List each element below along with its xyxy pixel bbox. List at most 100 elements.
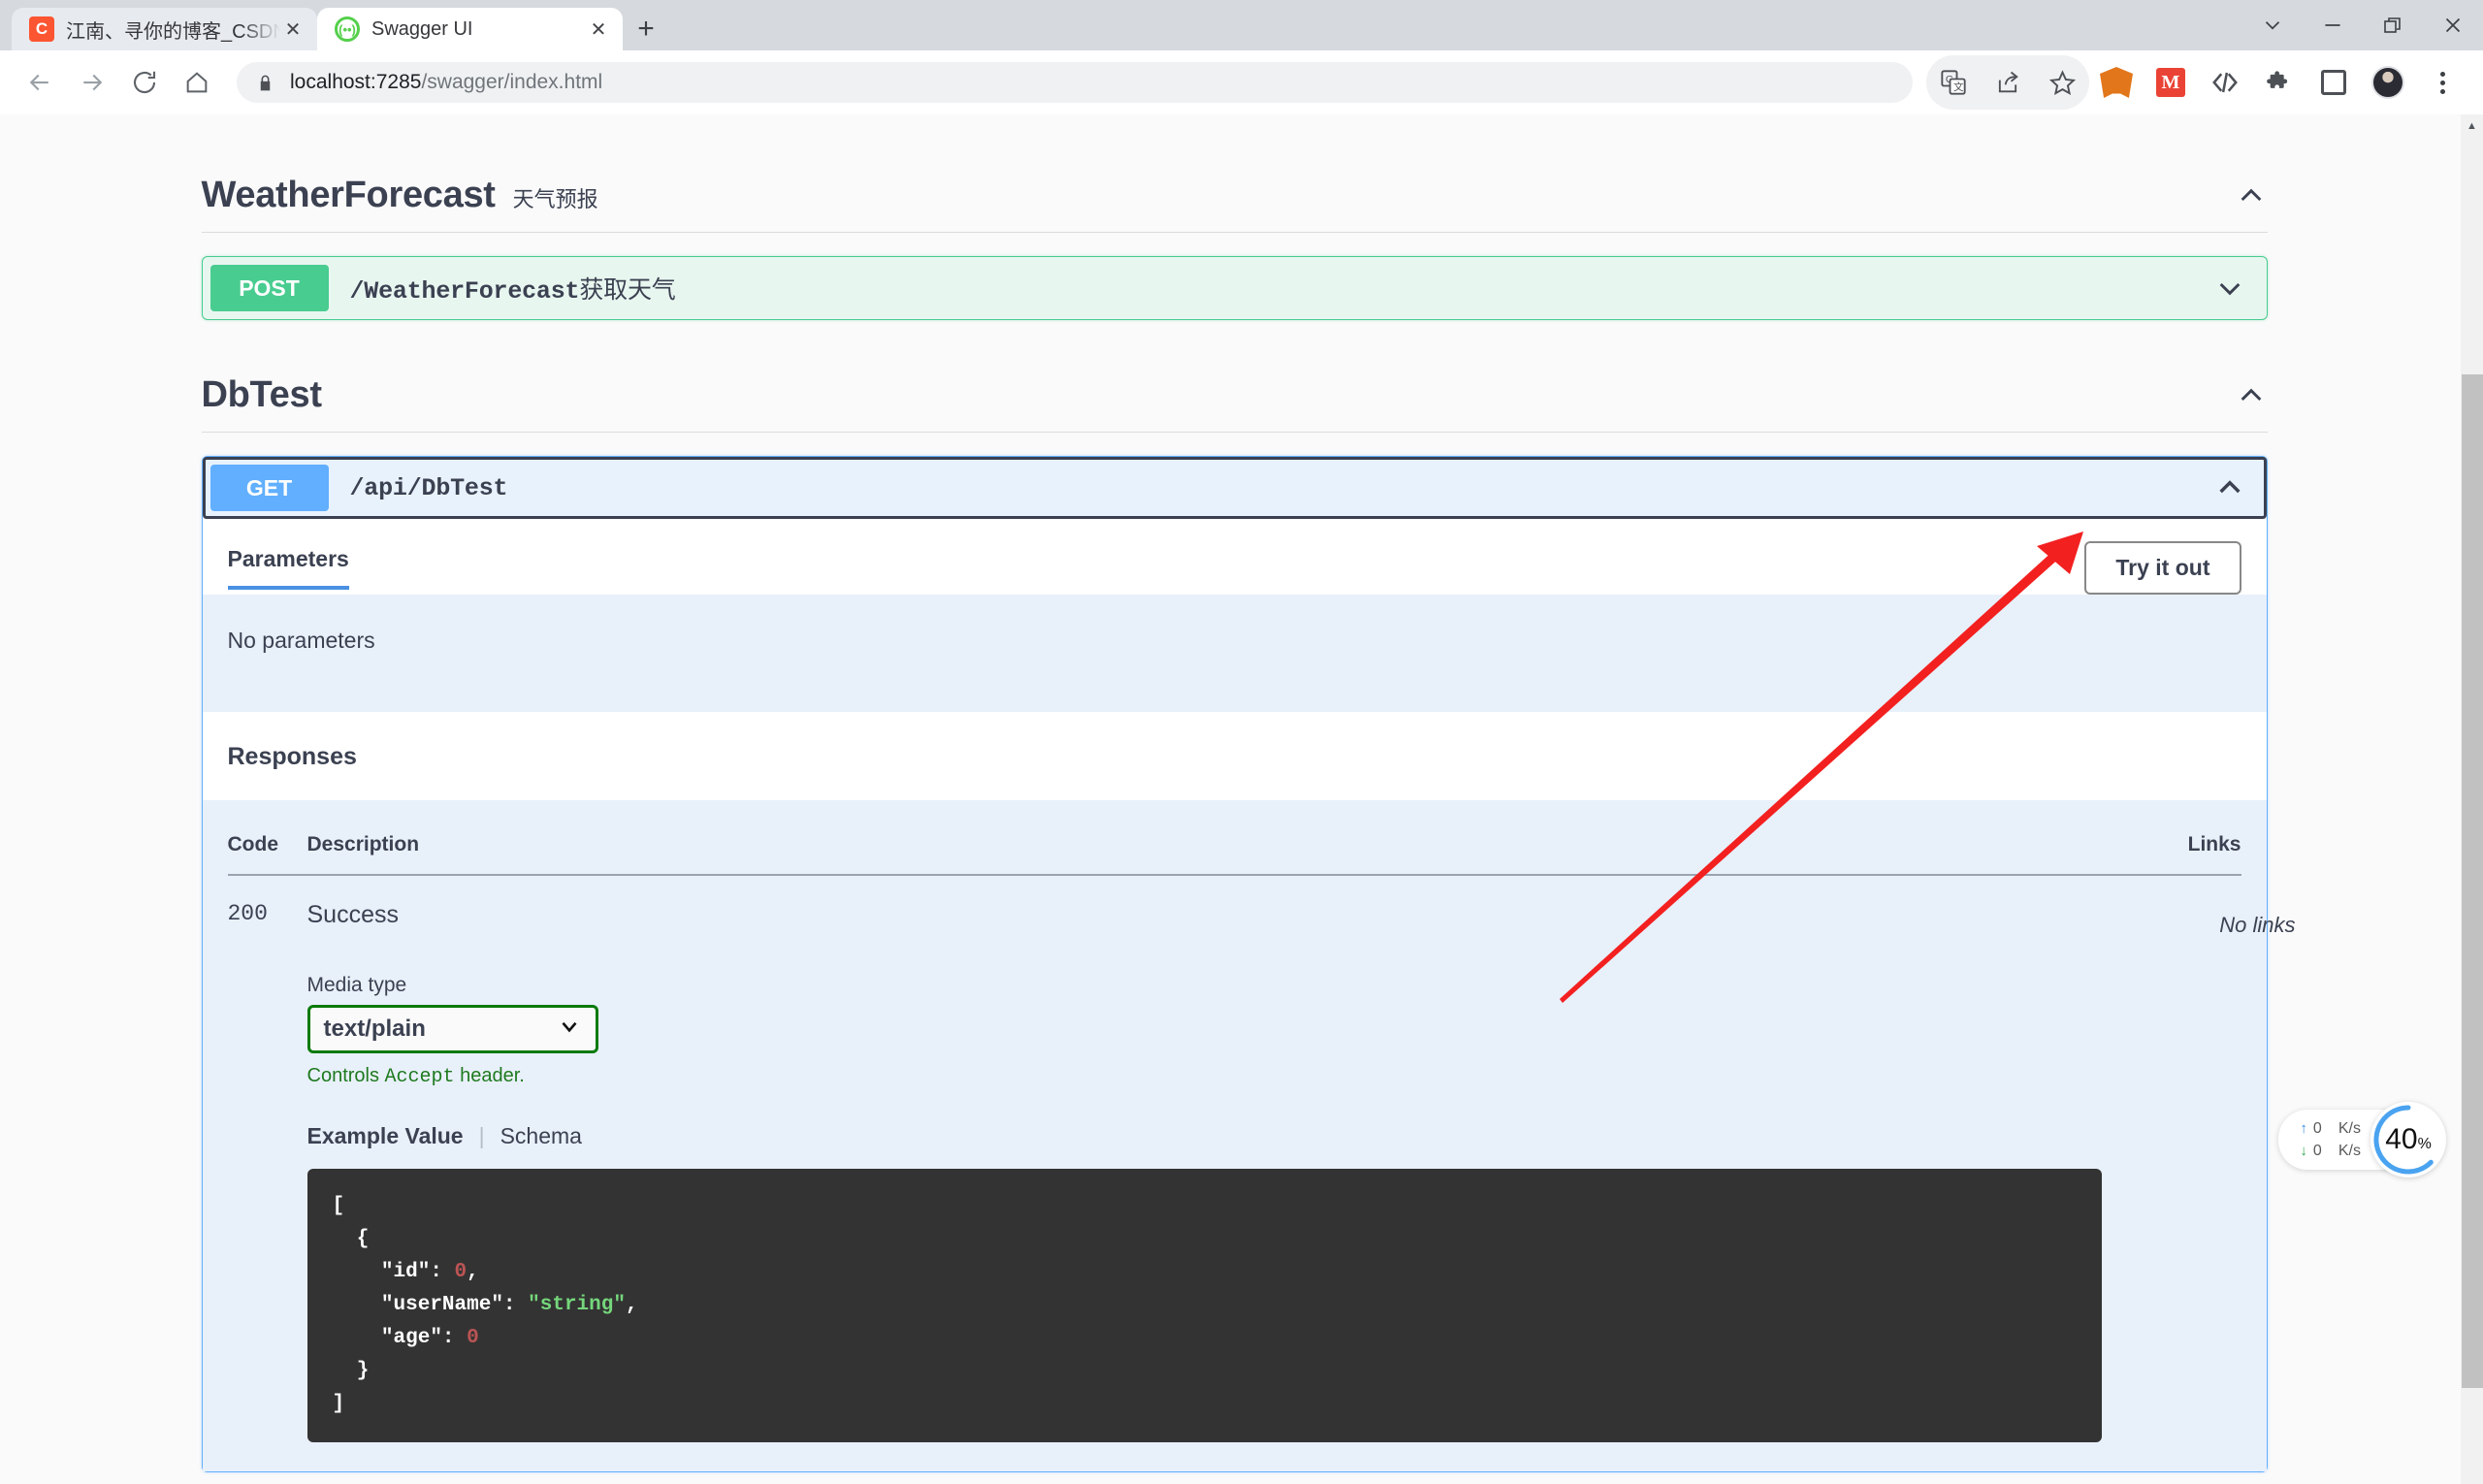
browser-window: C 江南、寻你的博客_CSDN博客-Ja ✕ (••) Swagger UI ✕…: [0, 0, 2483, 1484]
bookmark-star-icon[interactable]: [2035, 55, 2089, 110]
responses-panel: Code Description Links 200 Success Media…: [203, 800, 2267, 1471]
gmail-icon[interactable]: M: [2144, 55, 2198, 110]
tag-header-weatherforecast[interactable]: WeatherForecast 天气预报: [202, 153, 2268, 233]
download-unit: K/s: [2338, 1140, 2361, 1162]
minimize-icon[interactable]: [2303, 0, 2363, 50]
window-controls: [2242, 0, 2483, 50]
operation-body: Parameters Try it out No parameters Resp…: [203, 519, 2267, 1471]
method-badge-get: GET: [210, 465, 329, 511]
chevron-up-icon[interactable]: [2235, 179, 2268, 212]
csdn-favicon-icon: C: [29, 16, 54, 42]
upload-value: 0: [2313, 1117, 2329, 1140]
column-header-code: Code: [228, 833, 307, 856]
page-scrollbar[interactable]: ▲: [2461, 114, 2483, 1484]
swagger-page: WeatherForecast 天气预报 POST /WeatherForeca…: [0, 114, 2468, 1484]
chevron-down-icon[interactable]: [2242, 0, 2303, 50]
arrow-up-icon: ↑: [2300, 1118, 2307, 1140]
responses-title: Responses: [203, 712, 2267, 800]
gauge-value: 40%: [2385, 1123, 2432, 1156]
chevron-down-icon[interactable]: [2214, 273, 2245, 304]
share-icon[interactable]: [1981, 55, 2035, 110]
chevron-up-icon[interactable]: [2235, 379, 2268, 412]
note-suffix: header.: [455, 1065, 525, 1086]
operation-summary[interactable]: GET /api/DbTest: [203, 457, 2267, 519]
swagger-container: WeatherForecast 天气预报 POST /WeatherForeca…: [202, 114, 2268, 1484]
translate-icon[interactable]: G 文: [1926, 55, 1981, 110]
browser-tab-swagger[interactable]: (••) Swagger UI ✕: [317, 8, 623, 50]
operation-get-dbtest: GET /api/DbTest Parameters Try it out: [202, 456, 2268, 1472]
lock-icon: [256, 74, 274, 92]
media-type-note: Controls Accept header.: [307, 1065, 2102, 1088]
table-row: 200 Success Media type text/plain: [228, 876, 2241, 1471]
upload-speed-row: ↑ 0 K/s: [2300, 1117, 2361, 1140]
response-code: 200: [228, 901, 307, 1471]
toolbar-icons: G 文 M: [1926, 55, 2469, 110]
chevron-up-icon[interactable]: [2214, 472, 2245, 503]
svg-text:文: 文: [1953, 81, 1964, 93]
note-prefix: Controls: [307, 1065, 385, 1086]
scroll-up-arrow-icon[interactable]: ▲: [2461, 114, 2483, 137]
cpu-usage-gauge[interactable]: 40%: [2370, 1102, 2446, 1178]
tab-title: Swagger UI: [371, 18, 586, 41]
parameters-panel: No parameters: [203, 595, 2267, 712]
metamask-icon[interactable]: [2089, 55, 2144, 110]
browser-tab-csdn[interactable]: C 江南、寻你的博客_CSDN博客-Ja ✕: [12, 8, 317, 50]
example-schema-tabs: Example Value | Schema: [307, 1123, 2102, 1149]
address-bar[interactable]: localhost:7285/swagger/index.html: [237, 62, 1913, 103]
tab-parameters[interactable]: Parameters: [228, 546, 349, 590]
browser-titlebar: C 江南、寻你的博客_CSDN博客-Ja ✕ (••) Swagger UI ✕…: [0, 0, 2483, 50]
operation-summary[interactable]: POST /WeatherForecast获取天气: [203, 257, 2267, 319]
operation-path: /api/DbTest: [350, 474, 2214, 502]
omnibox-action-group: G 文: [1926, 55, 2089, 110]
try-it-out-button[interactable]: Try it out: [2084, 541, 2241, 595]
home-icon[interactable]: [171, 56, 223, 109]
network-speed-widget[interactable]: ↑ 0 K/s ↓ 0 K/s 40%: [2278, 1102, 2446, 1178]
method-badge-post: POST: [210, 265, 329, 311]
profile-avatar[interactable]: [2361, 55, 2415, 110]
tag-title: DbTest: [202, 374, 322, 416]
tag-header-dbtest[interactable]: DbTest: [202, 353, 2268, 433]
swagger-favicon-icon: (••): [335, 16, 360, 42]
media-type-label: Media type: [307, 974, 2102, 997]
reload-icon[interactable]: [118, 56, 171, 109]
extensions-puzzle-icon[interactable]: [2252, 55, 2306, 110]
tab-divider: |: [479, 1123, 485, 1149]
download-speed-row: ↓ 0 K/s: [2300, 1140, 2361, 1162]
new-tab-button[interactable]: +: [623, 8, 669, 50]
close-icon[interactable]: [2423, 0, 2483, 50]
code-brackets-icon[interactable]: [2198, 55, 2252, 110]
parameters-tab-row: Parameters Try it out: [203, 519, 2267, 595]
back-icon[interactable]: [14, 56, 66, 109]
close-icon[interactable]: ✕: [280, 16, 306, 42]
page-viewport: WeatherForecast 天气预报 POST /WeatherForeca…: [0, 114, 2483, 1484]
example-value-code-block[interactable]: [ { "id": 0, "userName": "string", "age"…: [307, 1169, 2102, 1442]
operation-summary-text: 获取天气: [579, 276, 675, 304]
media-type-select[interactable]: text/plain: [307, 1005, 598, 1053]
scrollbar-thumb[interactable]: [2462, 374, 2483, 1388]
download-value: 0: [2313, 1140, 2329, 1162]
tab-example-value[interactable]: Example Value: [307, 1123, 464, 1149]
tag-description: 天气预报: [513, 182, 598, 213]
url-host: localhost:7285: [290, 71, 421, 93]
gauge-unit: %: [2418, 1136, 2432, 1152]
operation-path: /WeatherForecast获取天气: [350, 271, 2214, 306]
example-json-text: [ { "id": 0, "userName": "string", "age"…: [333, 1195, 638, 1415]
tab-schema[interactable]: Schema: [500, 1123, 582, 1149]
note-code: Accept: [385, 1066, 455, 1088]
tag-title: WeatherForecast: [202, 175, 496, 216]
no-parameters-text: No parameters: [203, 595, 2267, 712]
restore-icon[interactable]: [2363, 0, 2423, 50]
address-url: localhost:7285/swagger/index.html: [290, 71, 602, 94]
forward-icon[interactable]: [66, 56, 118, 109]
upload-unit: K/s: [2338, 1117, 2361, 1140]
chevron-down-icon: [557, 1014, 582, 1046]
column-header-description: Description: [307, 833, 2125, 856]
close-icon[interactable]: ✕: [586, 16, 611, 42]
response-description-cell: Success Media type text/plain: [307, 901, 2102, 1471]
response-description: Success: [307, 901, 2102, 929]
side-panel-icon[interactable]: [2306, 55, 2361, 110]
chrome-menu-icon[interactable]: [2415, 55, 2469, 110]
browser-toolbar: localhost:7285/swagger/index.html G 文: [0, 50, 2483, 114]
operation-post-weatherforecast[interactable]: POST /WeatherForecast获取天气: [202, 256, 2268, 320]
tab-strip: C 江南、寻你的博客_CSDN博客-Ja ✕ (••) Swagger UI ✕…: [0, 0, 669, 50]
